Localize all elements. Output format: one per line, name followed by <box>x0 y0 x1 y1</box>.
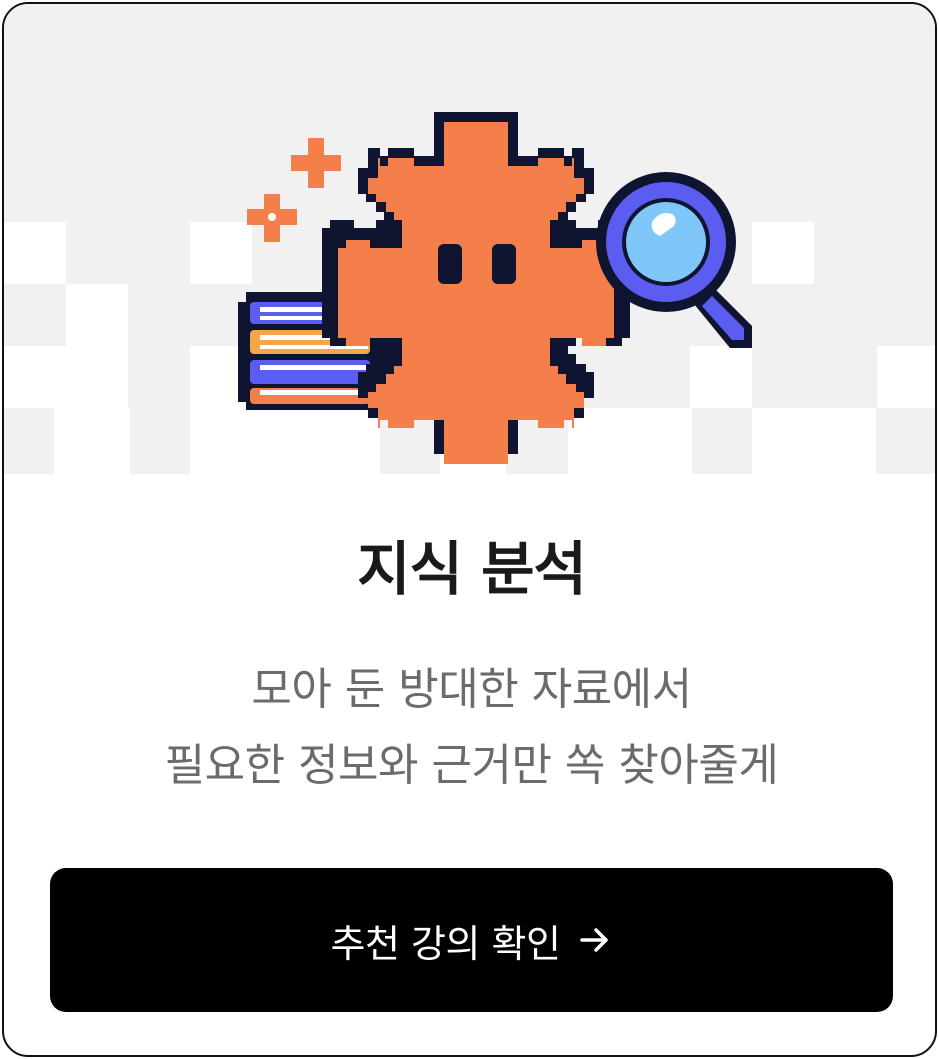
description-line-1: 모아 둔 방대한 자료에서 <box>251 664 692 715</box>
card-description: 모아 둔 방대한 자료에서 필요한 정보와 근거만 쏙 찾아줄게 <box>4 652 935 804</box>
hero-graphic <box>4 112 935 474</box>
sparkle-plus-icon <box>247 138 341 242</box>
card-title: 지식 분석 <box>357 535 587 603</box>
hero-illustration <box>4 4 935 474</box>
asterisk-mascot-icon <box>322 112 630 464</box>
check-recommended-course-button[interactable]: 추천 강의 확인 <box>50 868 893 1012</box>
description-line-2: 필요한 정보와 근거만 쏙 찾아줄게 <box>164 740 779 791</box>
cta-label: 추천 강의 확인 <box>330 921 561 966</box>
feature-card: 지식 분석 모아 둔 방대한 자료에서 필요한 정보와 근거만 쏙 찾아줄게 추… <box>2 2 937 1057</box>
arrow-right-icon <box>578 923 612 957</box>
